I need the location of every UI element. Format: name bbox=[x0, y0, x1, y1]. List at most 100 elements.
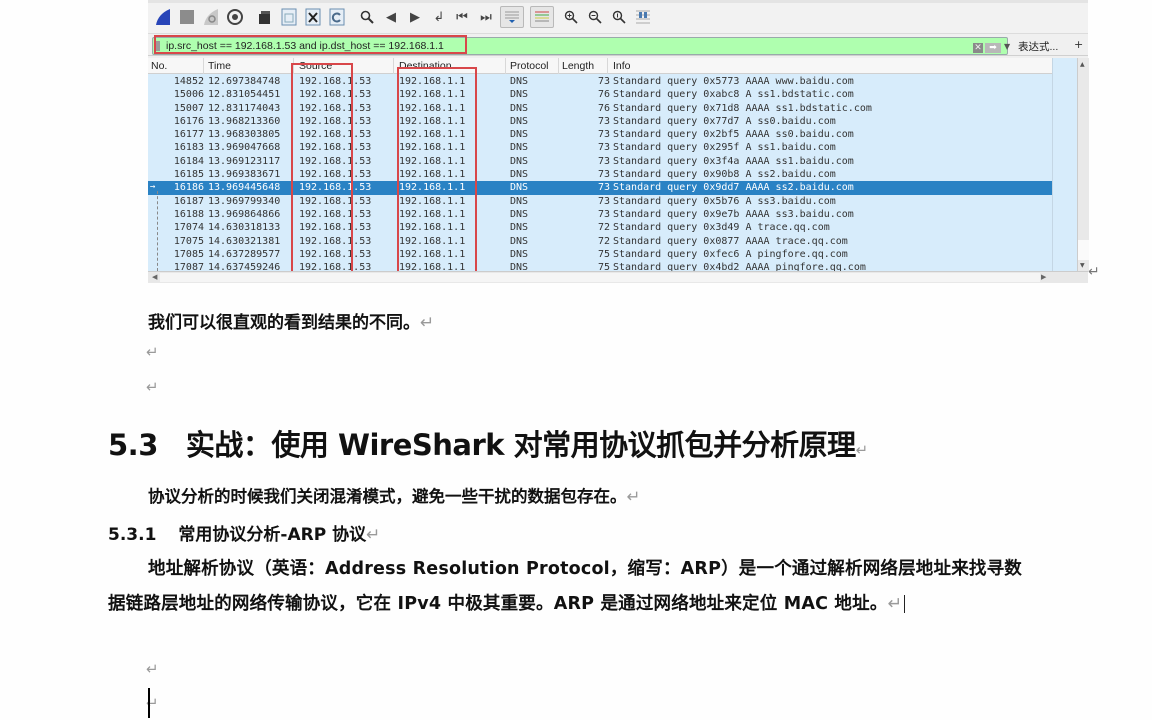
mouse-ibeam-cursor bbox=[902, 594, 908, 613]
packet-time: 13.968213360 bbox=[208, 115, 281, 127]
go-back-icon[interactable]: ◀ bbox=[382, 8, 400, 26]
paragraph-promiscuous-mode: 协议分析的时候我们关闭混淆模式，避免一些干扰的数据包存在。↵ bbox=[148, 483, 640, 507]
packet-list-header: No. Time Source Destination Protocol Len… bbox=[148, 58, 1052, 74]
heading-title: 常用协议分析-ARP 协议 bbox=[178, 525, 367, 545]
find-packet-icon[interactable] bbox=[358, 8, 376, 26]
packet-time: 13.969047668 bbox=[208, 142, 281, 154]
scroll-up-icon[interactable]: ▲ bbox=[1080, 61, 1085, 68]
packet-info: Standard query 0x77d7 A ss0.baidu.com bbox=[613, 115, 836, 127]
save-file-icon[interactable] bbox=[280, 8, 298, 26]
packet-row[interactable]: 16185 13.969383671 192.168.1.53 192.168.1.1… bbox=[148, 168, 1052, 181]
packet-row[interactable]: 16183 13.969047668 192.168.1.53 192.168.1.1… bbox=[148, 141, 1052, 154]
horizontal-scrollbar[interactable]: ◀ ▶ bbox=[148, 271, 1088, 283]
clear-filter-icon[interactable]: ✕ bbox=[973, 43, 983, 53]
packet-row[interactable]: 16187 13.969799340 192.168.1.53 192.168.1.1… bbox=[148, 195, 1052, 208]
column-protocol[interactable]: Protocol bbox=[510, 60, 549, 72]
packet-protocol: DNS bbox=[510, 248, 529, 260]
packet-row[interactable]: 17074 14.630318133 192.168.1.53 192.168.1.1… bbox=[148, 221, 1052, 234]
packet-row[interactable]: 17075 14.630321381 192.168.1.53 192.168.1.1… bbox=[148, 235, 1052, 248]
packet-length: 73 bbox=[597, 129, 610, 141]
resize-columns-icon[interactable] bbox=[634, 8, 652, 26]
paragraph-mark: ↵ bbox=[420, 313, 435, 333]
packet-no: 16184 bbox=[173, 155, 204, 167]
scroll-right-icon[interactable]: ▶ bbox=[1041, 273, 1046, 281]
zoom-out-icon[interactable] bbox=[586, 8, 604, 26]
scroll-left-icon[interactable]: ◀ bbox=[152, 273, 157, 281]
scroll-down-icon[interactable]: ▼ bbox=[1080, 262, 1085, 269]
column-info[interactable]: Info bbox=[613, 60, 631, 72]
heading-5-3: 5.3 实战：使用 WireShark 对常用协议抓包并分析原理↵ bbox=[108, 422, 868, 464]
filter-highlight-box bbox=[154, 35, 467, 54]
column-length[interactable]: Length bbox=[562, 60, 594, 72]
packet-time: 12.697384748 bbox=[208, 76, 281, 87]
vertical-scrollbar[interactable]: ▲ ▼ bbox=[1052, 58, 1089, 271]
packet-protocol: DNS bbox=[510, 195, 529, 207]
packet-length: 75 bbox=[597, 248, 610, 260]
selected-arrow-icon: → bbox=[150, 182, 156, 193]
scroll-thumb[interactable] bbox=[1078, 240, 1089, 260]
packet-length: 72 bbox=[597, 222, 610, 234]
column-time[interactable]: Time bbox=[208, 60, 231, 72]
add-filter-button[interactable]: + bbox=[1074, 38, 1083, 51]
packet-row[interactable]: 16177 13.968303805 192.168.1.53 192.168.1.1… bbox=[148, 128, 1052, 141]
packet-rows: 14852 12.697384748 192.168.1.53 192.168.1.1… bbox=[148, 75, 1052, 274]
heading-number: 5.3.1 bbox=[108, 525, 157, 545]
packet-time: 13.969123117 bbox=[208, 155, 281, 167]
paragraph-text: 地址解析协议（英语：Address Resolution Protocol，缩写… bbox=[108, 559, 1023, 614]
packet-length: 73 bbox=[597, 142, 610, 154]
apply-filter-icon[interactable]: ➡ bbox=[985, 43, 1001, 53]
packet-row-selected[interactable]: 16186 13.969445648 192.168.1.53 192.168.1.1… bbox=[148, 181, 1052, 195]
packet-length: 73 bbox=[597, 115, 610, 127]
last-packet-icon[interactable]: ⏭ bbox=[477, 8, 495, 26]
paragraph-mark: ↵ bbox=[626, 487, 641, 506]
packet-row[interactable]: 14852 12.697384748 192.168.1.53 192.168.1.1… bbox=[148, 75, 1052, 88]
go-to-packet-icon[interactable]: ↲ bbox=[430, 8, 448, 26]
go-forward-icon[interactable]: ▶ bbox=[406, 8, 424, 26]
packet-row[interactable]: 16188 13.969864866 192.168.1.53 192.168.1.1… bbox=[148, 208, 1052, 221]
packet-no: 15006 bbox=[173, 89, 204, 101]
packet-row[interactable]: 17085 14.637289577 192.168.1.53 192.168.1.1… bbox=[148, 248, 1052, 261]
packet-info: Standard query 0x9e7b AAAA ss3.baidu.com bbox=[613, 208, 854, 220]
restart-capture-icon[interactable] bbox=[202, 8, 220, 26]
autoscroll-icon[interactable] bbox=[500, 6, 524, 28]
packet-info: Standard query 0x2bf5 AAAA ss0.baidu.com bbox=[613, 129, 854, 141]
shark-fin-start-icon[interactable] bbox=[154, 8, 172, 26]
packet-time: 14.630318133 bbox=[208, 222, 281, 234]
empty-paragraph-mark: ↵ bbox=[146, 660, 159, 678]
packet-row[interactable]: 15007 12.831174043 192.168.1.53 192.168.1.1… bbox=[148, 102, 1052, 115]
packet-row[interactable]: 16176 13.968213360 192.168.1.53 192.168.1.1… bbox=[148, 115, 1052, 128]
packet-time: 13.969383671 bbox=[208, 169, 281, 181]
scroll-thumb[interactable] bbox=[160, 273, 1040, 282]
column-no[interactable]: No. bbox=[151, 60, 167, 72]
packet-protocol: DNS bbox=[510, 129, 529, 141]
packet-protocol: DNS bbox=[510, 142, 529, 154]
packet-time: 13.969445648 bbox=[208, 182, 281, 194]
packet-protocol: DNS bbox=[510, 169, 529, 181]
packet-info: Standard query 0xabc8 A ss1.bdstatic.com bbox=[613, 89, 854, 101]
zoom-in-icon[interactable] bbox=[562, 8, 580, 26]
packet-row[interactable]: 15006 12.831054451 192.168.1.53 192.168.1.1… bbox=[148, 88, 1052, 101]
stop-capture-icon[interactable] bbox=[178, 8, 196, 26]
packet-length: 72 bbox=[597, 235, 610, 247]
packet-protocol: DNS bbox=[510, 235, 529, 247]
source-highlight-box bbox=[291, 63, 353, 274]
filter-dropdown-icon[interactable]: ▼ bbox=[1004, 42, 1010, 51]
packet-list: No. Time Source Destination Protocol Len… bbox=[148, 58, 1089, 283]
reload-file-icon[interactable] bbox=[328, 8, 346, 26]
first-packet-icon[interactable]: ⏮ bbox=[453, 8, 471, 26]
normal-size-icon[interactable] bbox=[610, 8, 628, 26]
capture-options-icon[interactable] bbox=[226, 8, 244, 26]
packet-length: 73 bbox=[597, 169, 610, 181]
packet-info: Standard query 0x5773 AAAA www.baidu.com bbox=[613, 76, 854, 87]
packet-protocol: DNS bbox=[510, 208, 529, 220]
open-file-icon[interactable] bbox=[256, 8, 274, 26]
packet-row[interactable]: 16184 13.969123117 192.168.1.53 192.168.1.1… bbox=[148, 155, 1052, 168]
paragraph-mark: ↵ bbox=[855, 441, 869, 459]
expression-button[interactable]: 表达式... bbox=[1018, 39, 1058, 54]
destination-highlight-box bbox=[397, 67, 477, 274]
packet-time: 13.969799340 bbox=[208, 195, 281, 207]
paragraph-mark: ↵ bbox=[887, 593, 903, 614]
colorize-icon[interactable] bbox=[530, 6, 554, 28]
packet-time: 13.969864866 bbox=[208, 208, 281, 220]
close-file-icon[interactable] bbox=[304, 8, 322, 26]
